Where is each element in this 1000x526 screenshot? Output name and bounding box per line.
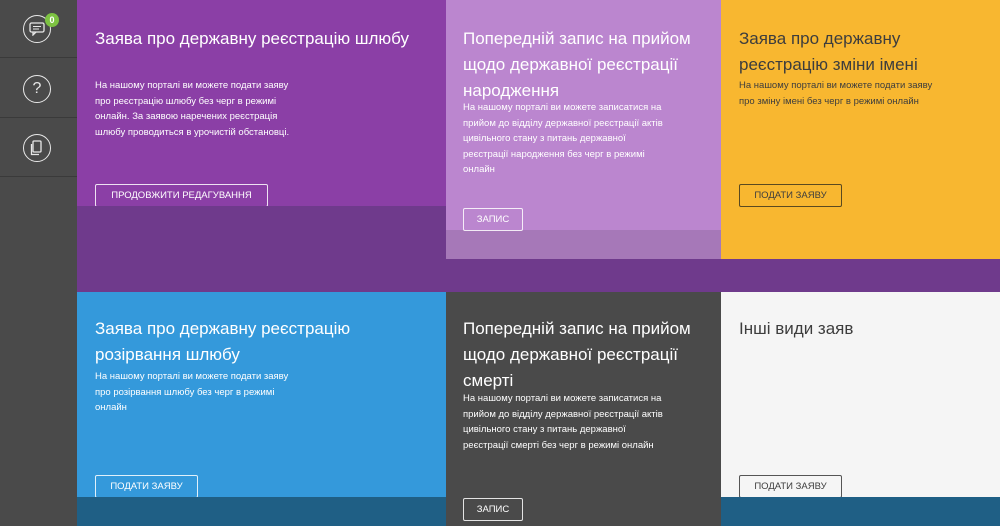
tile-death-appointment: Попередній запис на прийом щодо державно… xyxy=(446,292,721,526)
tile-title: Попередній запис на прийом щодо державно… xyxy=(463,29,691,100)
document-icon xyxy=(23,134,51,162)
tile-description: На нашому порталі ви можете подати заяву… xyxy=(95,80,290,138)
tile-name-change: Заява про державну реєстрацію зміни імен… xyxy=(721,0,1000,259)
appointment-button[interactable]: ЗАПИС xyxy=(463,498,523,521)
sidebar-item-help[interactable]: ? xyxy=(0,60,77,118)
sidebar-item-documents[interactable] xyxy=(0,119,77,177)
tile-marriage-registration: Заява про державну реєстрацію шлюбу На н… xyxy=(77,0,446,206)
tile-description: На нашому порталі ви можете подати заяву… xyxy=(739,80,933,107)
help-icon: ? xyxy=(23,75,51,103)
sidebar-item-messages[interactable]: 0 xyxy=(0,0,77,58)
tile-title: Заява про державну реєстрацію розірвання… xyxy=(95,319,351,364)
submit-application-button[interactable]: ПОДАТИ ЗАЯВУ xyxy=(739,184,842,207)
tile-birth-appointment: Попередній запис на прийом щодо державно… xyxy=(446,0,721,259)
notification-badge: 0 xyxy=(45,13,59,27)
tile-title: Заява про державну реєстрацію зміни імен… xyxy=(739,29,918,74)
submit-application-button[interactable]: ПОДАТИ ЗАЯВУ xyxy=(95,475,198,497)
sidebar: 0 ? xyxy=(0,0,77,526)
submit-application-button[interactable]: ПОДАТИ ЗАЯВУ xyxy=(739,475,842,497)
tile-divorce-registration: Заява про державну реєстрацію розірвання… xyxy=(77,292,446,497)
appointment-button[interactable]: ЗАПИС xyxy=(463,208,523,231)
tile-footer-shade xyxy=(446,230,721,259)
tile-other-applications: Інші види заяв ПОДАТИ ЗАЯВУ xyxy=(721,292,1000,497)
tile-title: Заява про державну реєстрацію шлюбу xyxy=(95,29,410,48)
tile-description: На нашому порталі ви можете записатися н… xyxy=(463,393,663,451)
tile-title: Попередній запис на прийом щодо державно… xyxy=(463,319,691,390)
tile-title: Інші види заяв xyxy=(739,319,854,338)
continue-editing-button[interactable]: ПРОДОВЖИТИ РЕДАГУВАННЯ xyxy=(95,184,268,206)
tile-description: На нашому порталі ви можете подати заяву… xyxy=(95,371,289,413)
tile-description: На нашому порталі ви можете записатися н… xyxy=(463,102,663,175)
